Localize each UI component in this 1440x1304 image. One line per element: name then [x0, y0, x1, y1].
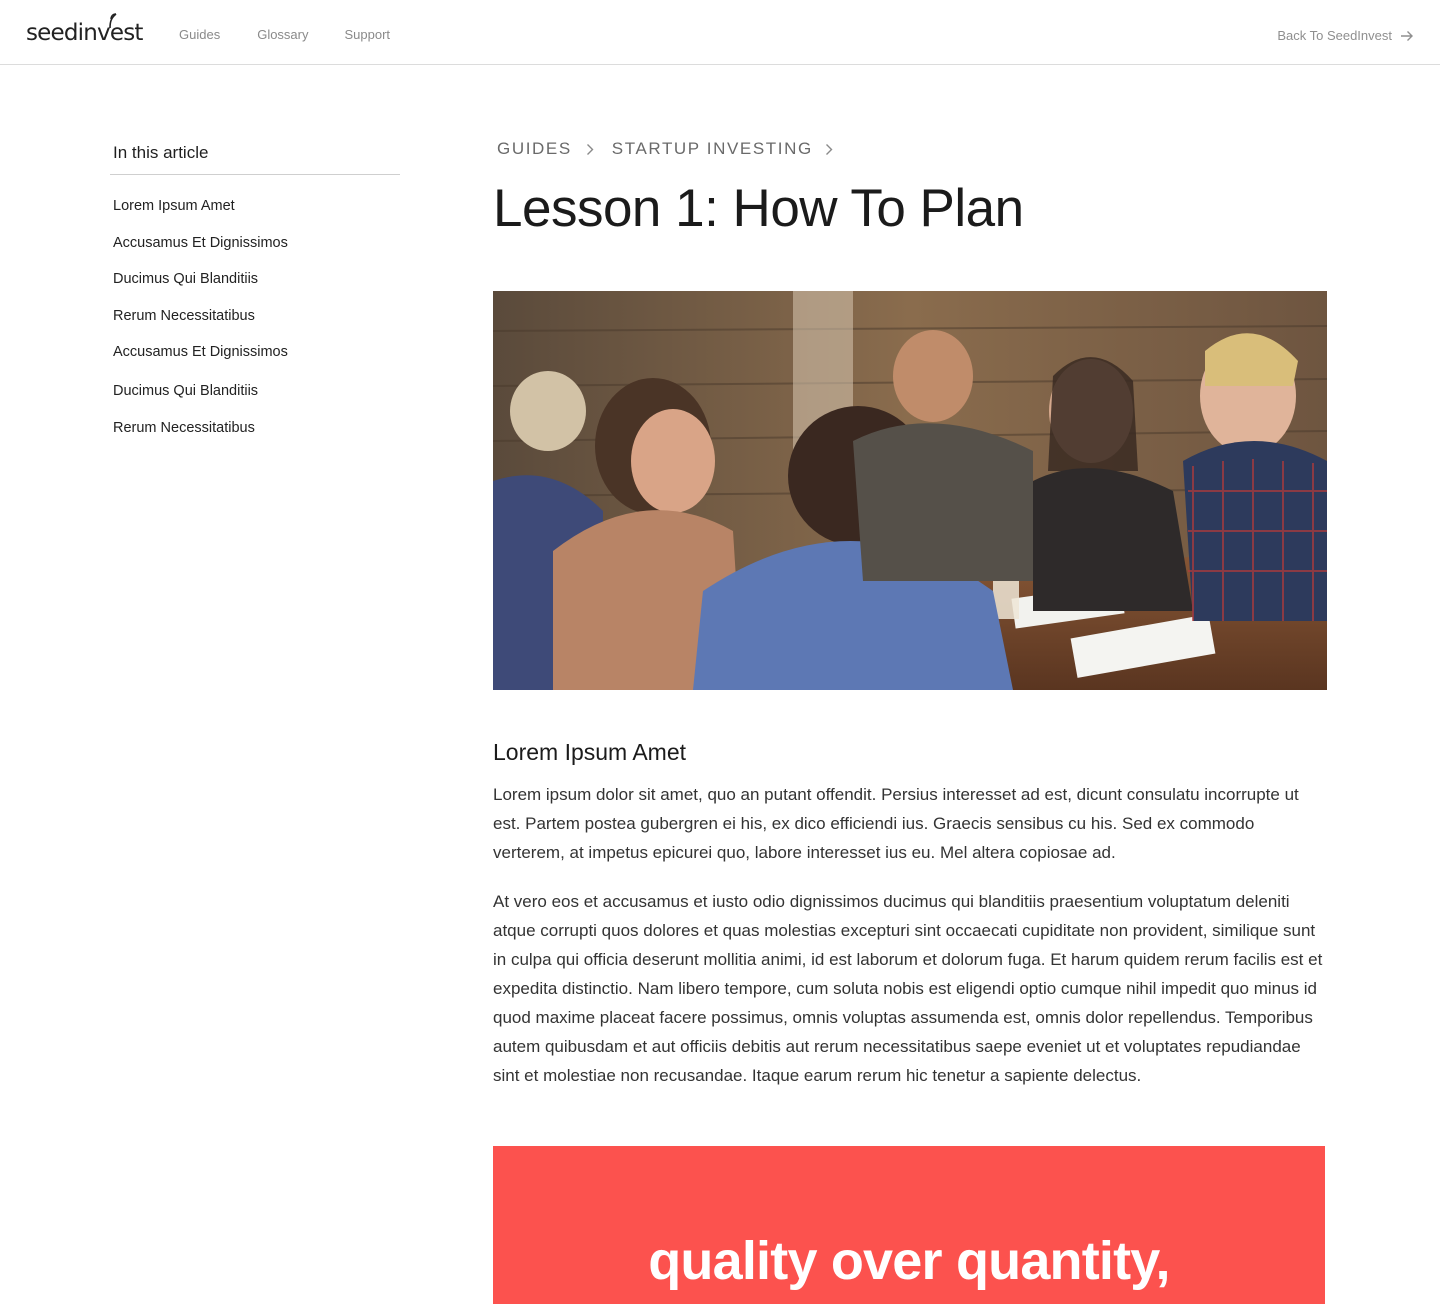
article-table-of-contents: In this article Lorem Ipsum Amet Accusam…: [110, 142, 400, 453]
toc-link[interactable]: Ducimus Qui Blanditiis: [113, 383, 258, 399]
toc-item: Accusamus Et Dignissimos: [113, 232, 400, 269]
toc-item: Ducimus Qui Blanditiis: [113, 268, 400, 305]
section-heading: Lorem Ipsum Amet: [493, 739, 687, 765]
toc-item: Rerum Necessitatibus: [113, 305, 400, 342]
back-to-seedinvest-link[interactable]: Back To SeedInvest: [1277, 28, 1414, 44]
nav-glossary[interactable]: Glossary: [257, 27, 308, 43]
toc-link[interactable]: Accusamus Et Dignissimos: [113, 235, 288, 251]
arrow-right-icon: [1401, 31, 1413, 41]
hero-photo-illustration: [493, 291, 1327, 690]
logo-wordmark: seedinvest: [26, 20, 143, 46]
toc-link[interactable]: Ducimus Qui Blanditiis: [113, 271, 258, 287]
toc-link[interactable]: Accusamus Et Dignissimos: [113, 344, 288, 360]
article-main: GUIDES STARTUP INVESTING Lesson 1: How T…: [493, 134, 1327, 1090]
chevron-right-icon: [586, 143, 594, 155]
toc-link[interactable]: Rerum Necessitatibus: [113, 420, 255, 436]
paragraph: At vero eos et accusamus et iusto odio d…: [493, 892, 1323, 1085]
toc-item: Ducimus Qui Blanditiis: [113, 380, 400, 417]
toc-item: Accusamus Et Dignissimos: [113, 341, 400, 380]
chevron-right-icon: [825, 143, 833, 155]
toc-item: Rerum Necessitatibus: [113, 417, 400, 454]
main-nav: Guides Glossary Support: [179, 27, 390, 43]
breadcrumb-guides[interactable]: GUIDES: [497, 139, 572, 159]
back-link-label: Back To SeedInvest: [1277, 28, 1392, 43]
top-navigation-bar: seedinvest Guides Glossary Support Back …: [0, 0, 1440, 65]
sprout-icon: [109, 13, 117, 28]
toc-title: In this article: [110, 142, 400, 175]
toc-item: Lorem Ipsum Amet: [113, 195, 400, 232]
toc-link[interactable]: Lorem Ipsum Amet: [113, 198, 235, 214]
promo-headline: quality over quantity,: [648, 1231, 1170, 1291]
nav-guides[interactable]: Guides: [179, 27, 220, 43]
nav-support[interactable]: Support: [345, 27, 391, 43]
toc-link[interactable]: Rerum Necessitatibus: [113, 308, 255, 324]
hero-photo: [493, 291, 1327, 690]
breadcrumb: GUIDES STARTUP INVESTING: [497, 134, 1327, 164]
paragraph: Lorem ipsum dolor sit amet, quo an putan…: [493, 785, 1299, 862]
seedinvest-logo[interactable]: seedinvest: [26, 13, 143, 48]
promo-banner: quality over quantity,: [493, 1146, 1325, 1304]
toc-list: Lorem Ipsum Amet Accusamus Et Dignissimo…: [110, 195, 400, 453]
article-title: Lesson 1: How To Plan: [493, 179, 1024, 238]
breadcrumb-startup-investing[interactable]: STARTUP INVESTING: [612, 139, 813, 159]
